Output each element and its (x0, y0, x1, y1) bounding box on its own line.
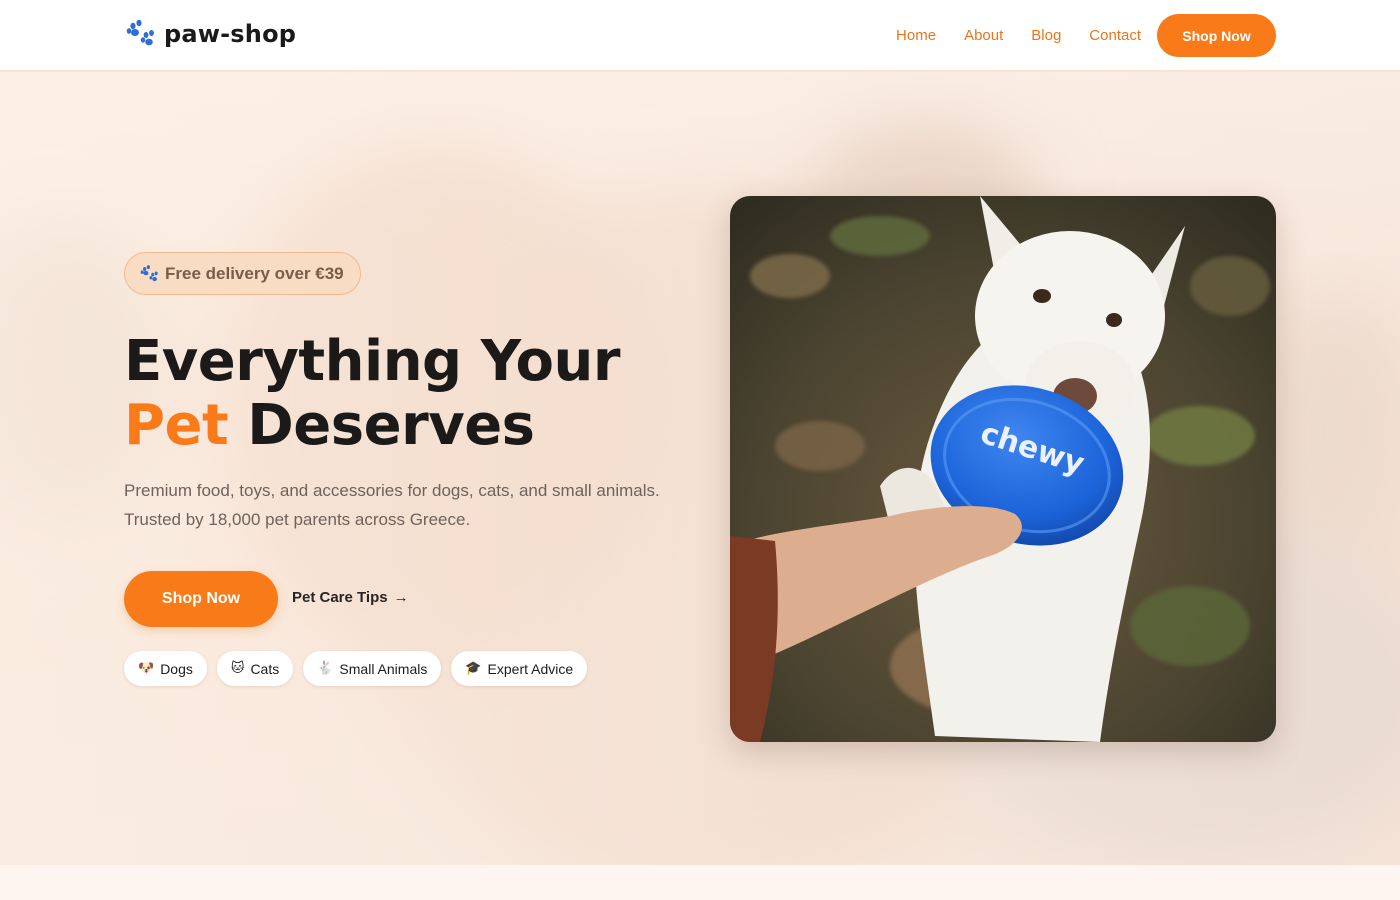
nav-links: Home About Blog Contact Shop Now (896, 14, 1276, 57)
nav-link-home[interactable]: Home (896, 27, 936, 44)
nav-link-contact[interactable]: Contact (1089, 27, 1141, 44)
brand-logo[interactable]: paw-shop (124, 18, 296, 50)
subtitle-line-1: Premium food, toys, and accessories for … (124, 481, 660, 500)
pet-care-tips-label: Pet Care Tips (292, 589, 388, 606)
chip-expert-advice[interactable]: 🎓 Expert Advice (451, 651, 588, 686)
chip-label: Expert Advice (487, 660, 574, 677)
top-navbar: paw-shop Home About Blog Contact Shop No… (0, 0, 1400, 72)
cat-icon: 🐱 (230, 661, 245, 676)
chip-small-animals[interactable]: 🐇 Small Animals (303, 651, 442, 686)
chip-label: Dogs (160, 660, 193, 677)
headline-line-2-rest: Deserves (247, 393, 535, 458)
next-section-strip (0, 865, 1400, 900)
free-delivery-text: Free delivery over €39 (165, 263, 344, 283)
category-chips: 🐶 Dogs 🐱 Cats 🐇 Small Animals 🎓 Expert A… (124, 651, 588, 686)
chip-label: Cats (250, 660, 280, 677)
chip-cats[interactable]: 🐱 Cats (216, 651, 294, 686)
chip-label: Small Animals (339, 660, 428, 677)
dog-with-frisbee-illustration: chewy (730, 196, 1276, 742)
brand-name: paw-shop (164, 20, 297, 48)
pet-care-tips-link[interactable]: Pet Care Tips → (292, 589, 409, 606)
nav-link-about[interactable]: About (964, 27, 1003, 44)
free-delivery-badge: Free delivery over €39 (124, 252, 361, 295)
hero-shop-now-button[interactable]: Shop Now (124, 571, 278, 627)
arrow-right-icon: → (393, 589, 409, 606)
hero-subtitle: Premium food, toys, and accessories for … (124, 476, 684, 534)
nav-link-blog[interactable]: Blog (1031, 27, 1061, 44)
paw-icon (140, 264, 158, 281)
headline-line-1: Everything Your (124, 329, 621, 394)
hero-dog-photo: chewy (730, 196, 1276, 742)
rabbit-icon: 🐇 (317, 661, 334, 676)
paw-icon (126, 19, 154, 46)
hero-section: Free delivery over €39 Everything Your P… (0, 72, 1400, 865)
headline-accent-word: Pet (124, 393, 229, 458)
dog-icon: 🐶 (138, 661, 155, 676)
subtitle-line-2: Trusted by 18,000 pet parents across Gre… (124, 510, 471, 529)
hero-headline: Everything Your Pet Deserves (124, 329, 621, 458)
graduation-cap-icon: 🎓 (465, 661, 482, 676)
chip-dogs[interactable]: 🐶 Dogs (124, 651, 207, 686)
nav-shop-now-button[interactable]: Shop Now (1157, 14, 1276, 57)
